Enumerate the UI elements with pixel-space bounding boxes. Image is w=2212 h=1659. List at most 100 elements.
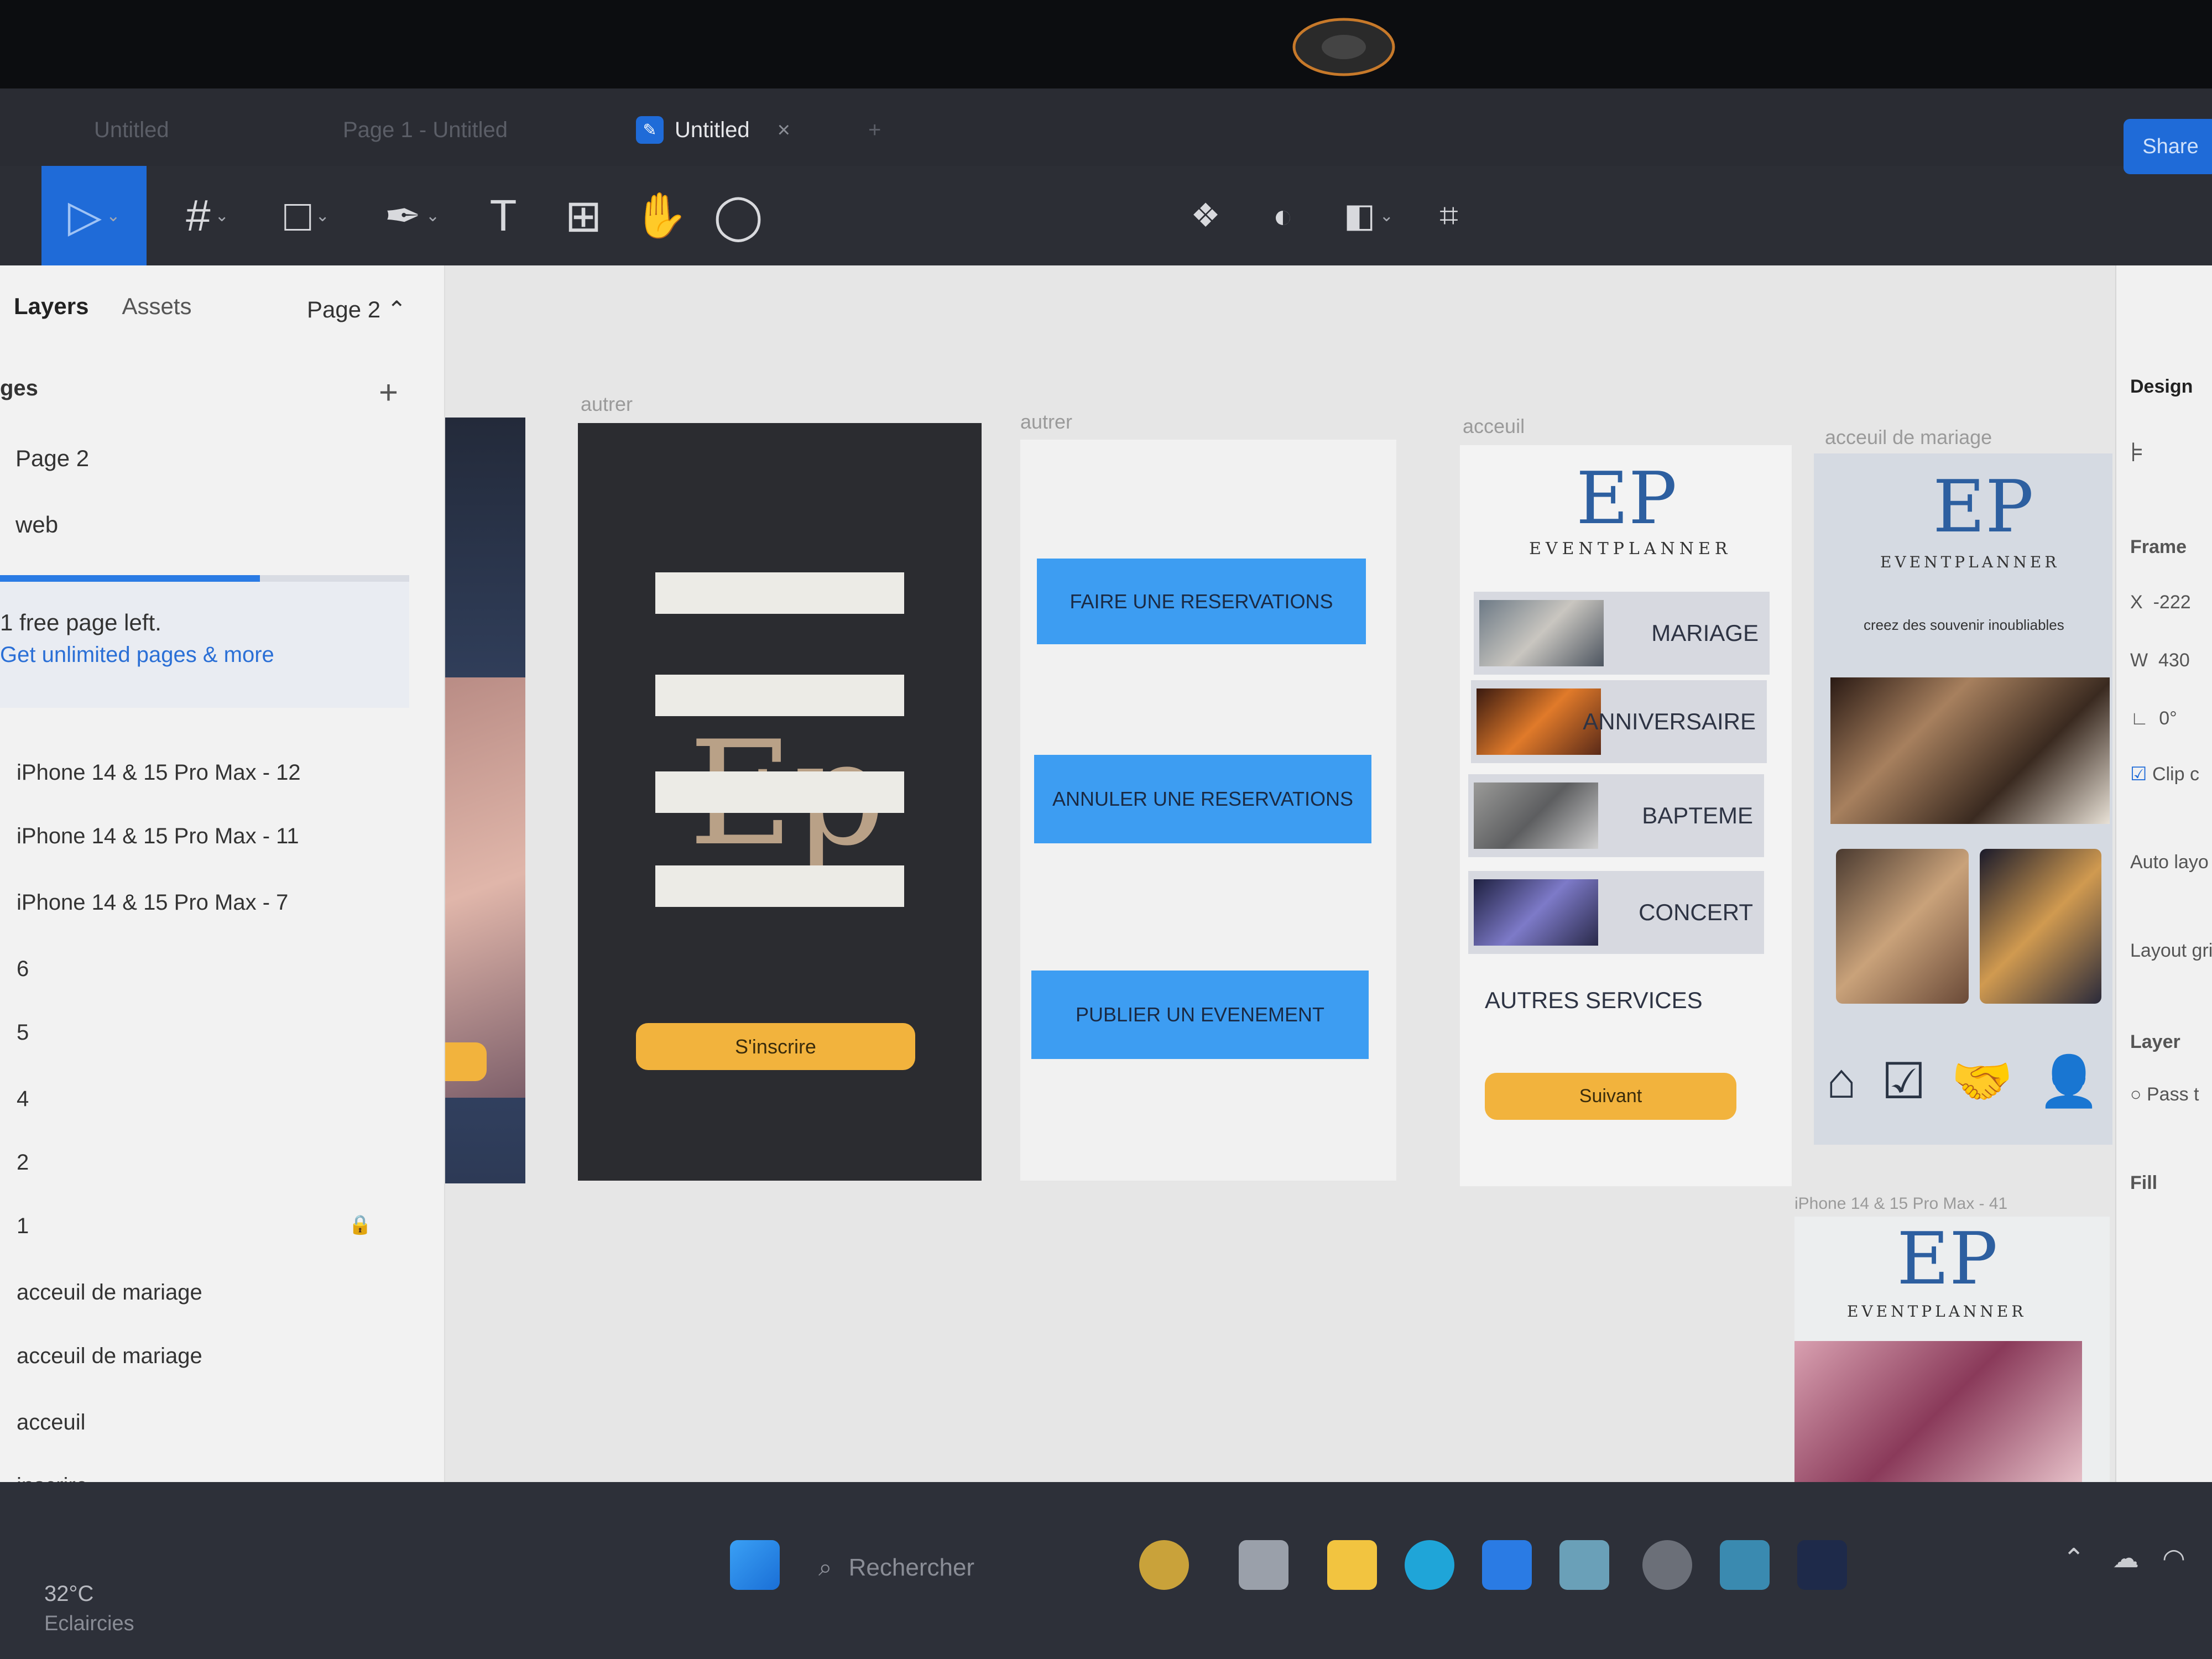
hand-tool-button[interactable]: ✋ xyxy=(630,166,691,265)
layer-item[interactable]: iPhone 14 & 15 Pro Max - 11 xyxy=(17,824,299,849)
checkbox-icon: ☑ xyxy=(2130,764,2147,785)
frame-actions[interactable]: FAIRE UNE RESERVATIONS ANNULER UNE RESER… xyxy=(1020,440,1396,1181)
chevron-up-icon[interactable]: ⌃ xyxy=(2063,1543,2085,1574)
auto-layout-section[interactable]: Auto layo xyxy=(2130,852,2209,873)
app-icon[interactable] xyxy=(1720,1540,1770,1590)
mask-button[interactable]: ◐ xyxy=(1255,166,1311,265)
layout-grid-section[interactable]: Layout gri xyxy=(2130,940,2212,962)
page-item[interactable]: Page 2 xyxy=(15,445,89,472)
page-item[interactable]: web xyxy=(15,512,58,538)
service-label: MARIAGE xyxy=(1651,620,1759,646)
cancel-reservation-button[interactable]: ANNULER UNE RESERVATIONS xyxy=(1034,755,1371,843)
layer-item[interactable]: iPhone 14 & 15 Pro Max - 7 xyxy=(17,890,288,915)
wifi-icon[interactable]: ◠ xyxy=(2162,1543,2185,1574)
close-icon[interactable]: × xyxy=(778,118,790,143)
layer-item[interactable]: iPhone 14 & 15 Pro Max - 12 xyxy=(17,760,301,785)
layer-item[interactable]: acceuil de mariage xyxy=(17,1344,202,1369)
boolean-button[interactable]: ◧ ⌄ xyxy=(1333,166,1405,265)
align-icon[interactable]: ⊧ xyxy=(2130,437,2144,468)
store-icon[interactable] xyxy=(1482,1540,1532,1590)
page-selector-label: Page 2 xyxy=(307,296,381,322)
pen-tool-button[interactable]: ✒ ⌄ xyxy=(371,166,453,265)
upgrade-link[interactable]: Get unlimited pages & more xyxy=(0,643,274,667)
frame-signup[interactable]: Ep S'inscrire xyxy=(578,423,982,1181)
app-icon[interactable] xyxy=(1559,1540,1609,1590)
profile-icon[interactable]: 👤 xyxy=(2038,1052,2100,1110)
comment-tool-button[interactable]: ◯ xyxy=(708,166,769,265)
other-services-link[interactable]: AUTRES SERVICES xyxy=(1485,987,1703,1014)
pass-through-select[interactable]: ○ Pass t xyxy=(2130,1084,2199,1105)
frame-partial[interactable] xyxy=(445,418,525,1183)
clip-content-checkbox[interactable]: ☑ Clip c xyxy=(2130,763,2199,785)
windows-start-icon[interactable] xyxy=(730,1540,780,1590)
input-field-2[interactable] xyxy=(655,675,904,716)
frame-iphone-41[interactable]: EP EVENTPLANNER xyxy=(1794,1217,2110,1482)
file-explorer-icon[interactable] xyxy=(1327,1540,1377,1590)
resources-tool-button[interactable]: ⊞ xyxy=(553,166,614,265)
input-field-1[interactable] xyxy=(655,572,904,614)
partner-icon[interactable]: 🤝 xyxy=(1951,1052,2013,1110)
loading-icon[interactable] xyxy=(1642,1540,1692,1590)
tab-untitled-active[interactable]: ✎ Untitled × xyxy=(636,111,790,149)
frame-tool-button[interactable]: # ⌄ xyxy=(166,166,249,265)
frame-acceuil-mariage[interactable]: EP EVENTPLANNER creez des souvenir inoub… xyxy=(1814,453,2112,1145)
figma-file-icon: ✎ xyxy=(636,116,664,144)
tab-untitled-1[interactable]: Untitled xyxy=(94,111,169,149)
page-selector[interactable]: Page 2 ⌃ xyxy=(307,296,406,323)
design-tab[interactable]: Design xyxy=(2130,376,2193,398)
text-tool-button[interactable]: T xyxy=(470,166,536,265)
share-button[interactable]: Share xyxy=(2124,119,2212,174)
rectangle-icon: □ xyxy=(284,191,311,240)
layer-item[interactable]: 1 xyxy=(17,1214,29,1239)
layer-item[interactable]: 4 xyxy=(17,1087,29,1112)
rotation-field[interactable]: ∟ 0° xyxy=(2130,708,2177,729)
w-field[interactable]: W 430 xyxy=(2130,650,2190,671)
brand-name: EVENTPLANNER xyxy=(1847,1302,2027,1321)
layer-item[interactable]: acceuil de mariage xyxy=(17,1280,202,1305)
add-page-button[interactable]: + xyxy=(379,373,398,411)
frame-acceuil[interactable]: EP EVENTPLANNER MARIAGE ANNIVERSAIRE BAP… xyxy=(1460,445,1792,1186)
input-field-4[interactable] xyxy=(655,865,904,907)
service-card-anniversaire[interactable]: ANNIVERSAIRE xyxy=(1471,680,1767,763)
reservation-icon[interactable]: ☑ xyxy=(1881,1052,1926,1110)
fill-section: Fill xyxy=(2130,1172,2158,1193)
home-icon[interactable]: ⌂ xyxy=(1827,1053,1856,1110)
tab-page1-untitled[interactable]: Page 1 - Untitled xyxy=(343,111,508,149)
service-card-bapteme[interactable]: BAPTEME xyxy=(1468,774,1764,857)
service-card-concert[interactable]: CONCERT xyxy=(1468,871,1764,954)
service-card-mariage[interactable]: MARIAGE xyxy=(1474,592,1770,675)
concert-image xyxy=(1474,879,1598,946)
next-button[interactable]: Suivant xyxy=(1485,1073,1736,1120)
signup-button[interactable]: S'inscrire xyxy=(636,1023,915,1070)
layer-item[interactable]: 5 xyxy=(17,1020,29,1045)
tab-assets[interactable]: Assets xyxy=(122,293,191,320)
figma-app-icon[interactable] xyxy=(1797,1540,1847,1590)
layer-item[interactable]: 6 xyxy=(17,957,29,982)
cloud-off-icon[interactable]: ☁ xyxy=(2112,1543,2139,1574)
shape-tool-button[interactable]: □ ⌄ xyxy=(265,166,348,265)
weather-widget[interactable]: 32°C Eclaircies xyxy=(44,1582,134,1636)
widget-icon[interactable] xyxy=(1139,1540,1189,1590)
move-tool-button[interactable]: ▷ ⌄ xyxy=(41,166,147,265)
lock-icon[interactable]: 🔒 xyxy=(348,1214,372,1236)
task-view-icon[interactable] xyxy=(1239,1540,1288,1590)
logo-ep: EP xyxy=(1897,1217,1998,1301)
design-canvas[interactable]: autrer Ep S'inscrire autrer FAIRE UNE RE… xyxy=(445,265,2115,1482)
input-field-3[interactable] xyxy=(655,771,904,813)
make-reservation-button[interactable]: FAIRE UNE RESERVATIONS xyxy=(1037,559,1366,644)
component-button[interactable]: ❖ xyxy=(1178,166,1233,265)
layer-item[interactable]: 2 xyxy=(17,1150,29,1175)
edge-icon[interactable] xyxy=(1405,1540,1454,1590)
publish-event-button[interactable]: PUBLIER UN EVENEMENT xyxy=(1031,971,1369,1059)
taskbar-search[interactable]: ⌕ Rechercher xyxy=(818,1554,974,1582)
layer-item[interactable]: acceuil xyxy=(17,1410,86,1435)
frame-label: autrer xyxy=(581,393,633,415)
tab-layers[interactable]: Layers xyxy=(14,293,88,320)
w-label: W xyxy=(2130,650,2148,671)
new-tab-button[interactable]: + xyxy=(868,111,881,149)
crop-button[interactable]: ⌗ xyxy=(1421,166,1477,265)
mask-icon: ◐ xyxy=(1272,197,1293,234)
partial-button[interactable] xyxy=(445,1042,487,1081)
taskbar: 32°C Eclaircies ⌕ Rechercher ⌃ ☁ ◠ xyxy=(0,1482,2212,1659)
x-field[interactable]: X -222 xyxy=(2130,592,2191,613)
